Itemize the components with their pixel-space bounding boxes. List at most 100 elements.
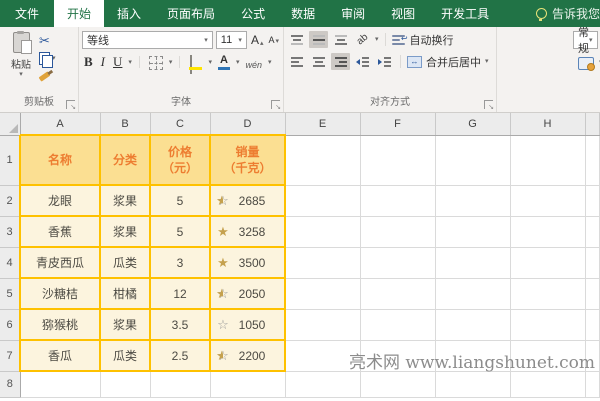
table-header-sales[interactable]: 销量 （千克） xyxy=(210,135,285,185)
font-color-caret-icon[interactable]: ▾ xyxy=(236,59,240,66)
cell-name[interactable]: 龙眼 xyxy=(20,185,100,216)
cell[interactable] xyxy=(360,247,435,278)
cell[interactable] xyxy=(360,340,435,371)
cell[interactable] xyxy=(435,278,510,309)
cell[interactable] xyxy=(360,135,435,185)
increase-indent-button[interactable] xyxy=(375,53,394,70)
bold-button[interactable]: B xyxy=(82,54,95,70)
column-header-partial[interactable] xyxy=(585,113,599,135)
cell[interactable] xyxy=(585,371,599,397)
column-header-g[interactable]: G xyxy=(435,113,510,135)
fill-color-caret-icon[interactable]: ▾ xyxy=(208,59,212,66)
cell[interactable] xyxy=(285,371,360,397)
cell-name[interactable]: 猕猴桃 xyxy=(20,309,100,340)
number-format-select[interactable]: 常规 ▾ xyxy=(573,31,598,49)
align-bottom-button[interactable] xyxy=(331,31,350,48)
decrease-indent-button[interactable] xyxy=(353,53,372,70)
font-size-select[interactable]: 11 ▾ xyxy=(216,31,247,49)
select-all-corner[interactable] xyxy=(0,113,20,135)
column-header-b[interactable]: B xyxy=(100,113,150,135)
cell[interactable] xyxy=(435,309,510,340)
cell[interactable] xyxy=(585,216,599,247)
decrease-font-size-button[interactable]: A▾ xyxy=(267,35,280,45)
cell[interactable] xyxy=(360,216,435,247)
tab-file[interactable]: 文件 xyxy=(0,0,54,27)
cell-category[interactable]: 瓜类 xyxy=(100,340,150,371)
cell[interactable] xyxy=(150,371,210,397)
column-header-e[interactable]: E xyxy=(285,113,360,135)
merge-center-caret-icon[interactable]: ▾ xyxy=(485,58,489,65)
cell[interactable] xyxy=(585,185,599,216)
cell-sales[interactable]: 2685 xyxy=(210,185,285,216)
cell[interactable] xyxy=(435,185,510,216)
cell[interactable] xyxy=(360,309,435,340)
cell[interactable] xyxy=(285,247,360,278)
cell-price[interactable]: 3.5 xyxy=(150,309,210,340)
accounting-format-button[interactable] xyxy=(576,54,596,70)
row-header-5[interactable]: 5 xyxy=(0,278,20,309)
fill-color-button[interactable] xyxy=(187,54,204,70)
cell-price[interactable]: 3 xyxy=(150,247,210,278)
tab-review[interactable]: 审阅 xyxy=(328,0,378,27)
cell[interactable] xyxy=(585,340,599,371)
paste-dropdown-caret-icon[interactable]: ▾ xyxy=(19,71,23,78)
cell-name[interactable]: 青皮西瓜 xyxy=(20,247,100,278)
tab-developer[interactable]: 开发工具 xyxy=(428,0,502,27)
align-right-button[interactable] xyxy=(331,53,350,70)
cell[interactable] xyxy=(285,278,360,309)
phonetic-caret-icon[interactable]: ▾ xyxy=(268,59,272,66)
cell[interactable] xyxy=(435,247,510,278)
cell[interactable] xyxy=(510,309,585,340)
cell[interactable] xyxy=(510,340,585,371)
increase-font-size-button[interactable]: A▴ xyxy=(250,33,265,47)
cell-name[interactable]: 香瓜 xyxy=(20,340,100,371)
tab-page-layout[interactable]: 页面布局 xyxy=(154,0,228,27)
orientation-button[interactable]: ab xyxy=(353,31,372,48)
row-header-1[interactable]: 1 xyxy=(0,135,20,185)
clipboard-dialog-launcher-icon[interactable] xyxy=(66,100,75,109)
row-header-6[interactable]: 6 xyxy=(0,309,20,340)
column-header-c[interactable]: C xyxy=(150,113,210,135)
align-left-button[interactable] xyxy=(287,53,306,70)
cell-price[interactable]: 5 xyxy=(150,216,210,247)
cell[interactable] xyxy=(435,135,510,185)
cell[interactable] xyxy=(360,371,435,397)
cell-category[interactable]: 浆果 xyxy=(100,185,150,216)
align-center-button[interactable] xyxy=(309,53,328,70)
phonetic-guide-button[interactable]: wén xyxy=(243,54,264,70)
cell[interactable] xyxy=(435,340,510,371)
cell-price[interactable]: 12 xyxy=(150,278,210,309)
table-header-price[interactable]: 价格 （元） xyxy=(150,135,210,185)
cell[interactable] xyxy=(285,135,360,185)
font-color-button[interactable]: A xyxy=(216,54,232,70)
underline-caret-icon[interactable]: ▾ xyxy=(128,59,132,66)
wrap-text-button[interactable]: 自动换行 xyxy=(392,32,454,48)
cell[interactable] xyxy=(285,340,360,371)
cell[interactable] xyxy=(100,371,150,397)
cell[interactable] xyxy=(210,371,285,397)
cell[interactable] xyxy=(585,247,599,278)
alignment-dialog-launcher-icon[interactable] xyxy=(484,100,493,109)
cell[interactable] xyxy=(360,278,435,309)
font-dialog-launcher-icon[interactable] xyxy=(271,100,280,109)
column-header-f[interactable]: F xyxy=(360,113,435,135)
tell-me-box[interactable]: 告诉我您 xyxy=(528,0,600,27)
table-header-category[interactable]: 分类 xyxy=(100,135,150,185)
cell-sales[interactable]: 1050 xyxy=(210,309,285,340)
cell-sales[interactable]: 3258 xyxy=(210,216,285,247)
row-header-4[interactable]: 4 xyxy=(0,247,20,278)
copy-button[interactable]: ▾ xyxy=(39,51,56,66)
cell-sales[interactable]: 2050 xyxy=(210,278,285,309)
cell[interactable] xyxy=(20,371,100,397)
cell-name[interactable]: 香蕉 xyxy=(20,216,100,247)
tab-data[interactable]: 数据 xyxy=(278,0,328,27)
italic-button[interactable]: I xyxy=(99,54,107,70)
tab-view[interactable]: 视图 xyxy=(378,0,428,27)
cell[interactable] xyxy=(510,278,585,309)
format-painter-button[interactable] xyxy=(39,69,56,84)
font-name-select[interactable]: 等线 ▾ xyxy=(82,31,213,49)
row-header-2[interactable]: 2 xyxy=(0,185,20,216)
row-header-7[interactable]: 7 xyxy=(0,340,20,371)
cell[interactable] xyxy=(510,135,585,185)
column-header-h[interactable]: H xyxy=(510,113,585,135)
